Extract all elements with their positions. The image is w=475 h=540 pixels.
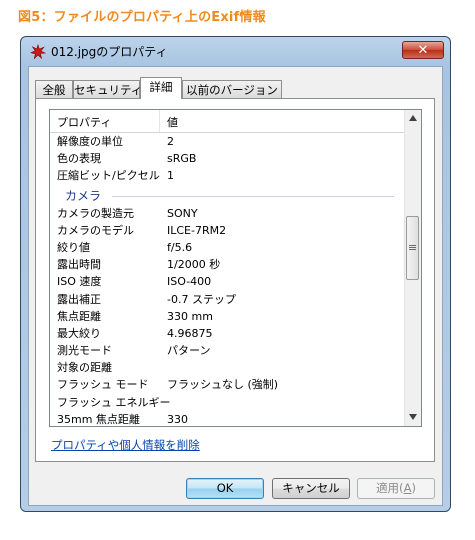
group-header-camera: カメラ <box>50 185 404 205</box>
apply-button[interactable]: 適用(A) <box>357 478 435 499</box>
property-name: ISO 速度 <box>57 275 102 289</box>
grip-icon <box>409 245 416 250</box>
group-divider <box>112 195 394 197</box>
property-value: ISO-400 <box>167 275 212 289</box>
property-value: f/5.6 <box>167 240 193 254</box>
list-rows: 解像度の単位 2 色の表現 sRGB 圧縮ビット/ピクセル 1 カメラ カメラの製造元… <box>50 133 404 426</box>
list-row[interactable]: カメラの製造元 SONY <box>50 205 404 222</box>
property-value: フラッシュなし (強制) <box>167 378 279 392</box>
property-name: フラッシュ エネルギー <box>57 395 171 409</box>
property-name: 露出時間 <box>57 258 101 272</box>
property-name: フラッシュ モード <box>57 378 149 392</box>
details-list[interactable]: プロパティ 値 解像度の単位 2 色の表現 sRGB 圧縮ビット/ピクセル 1 カメラ… <box>49 109 422 427</box>
details-panel: プロパティ 値 解像度の単位 2 色の表現 sRGB 圧縮ビット/ピクセル 1 カメラ… <box>35 98 435 462</box>
cancel-button[interactable]: キャンセル <box>272 478 350 499</box>
list-row[interactable]: 解像度の単位 2 <box>50 133 404 150</box>
figure-caption: 図5：ファイルのプロパティ上のExif情報 <box>18 10 266 25</box>
dialog-client-area: 全般 セキュリティ 詳細 以前のバージョン プロパティ 値 解像度の単位 2 色の… <box>28 66 443 506</box>
list-row[interactable]: 色の表現 sRGB <box>50 150 404 167</box>
property-name: 焦点距離 <box>57 309 101 323</box>
list-row[interactable]: 露出補正 -0.7 ステップ <box>50 291 404 308</box>
property-value: 330 mm <box>167 309 213 323</box>
property-name: 露出補正 <box>57 292 101 306</box>
tab-details[interactable]: 詳細 <box>140 77 182 99</box>
property-name: 解像度の単位 <box>57 135 123 148</box>
list-row[interactable]: 絞り値 f/5.6 <box>50 239 404 256</box>
remove-properties-link[interactable]: プロパティや個人情報を削除 <box>51 437 200 453</box>
list-row[interactable]: 対象の距離 <box>50 359 404 376</box>
property-name: 圧縮ビット/ピクセル <box>57 169 160 183</box>
property-name: 絞り値 <box>57 240 90 254</box>
vertical-scrollbar[interactable] <box>404 110 421 426</box>
list-row[interactable]: フラッシュ モード フラッシュなし (強制) <box>50 376 404 393</box>
property-value: -0.7 ステップ <box>167 292 236 306</box>
property-value: sRGB <box>167 152 197 166</box>
property-value: ILCE-7RM2 <box>167 223 227 237</box>
properties-dialog: 012.jpgのプロパティ ✕ 全般 セキュリティ 詳細 以前のバージョン プロ… <box>20 36 451 512</box>
property-value: SONY <box>167 206 198 220</box>
triangle-up-icon <box>409 115 417 121</box>
list-row[interactable]: フラッシュ エネルギー <box>50 394 404 411</box>
tab-previous-versions[interactable]: 以前のバージョン <box>182 80 282 98</box>
list-row[interactable]: 35mm 焦点距離 330 <box>50 411 404 426</box>
list-row[interactable]: 焦点距離 330 mm <box>50 308 404 325</box>
tab-security[interactable]: セキュリティ <box>73 80 142 98</box>
close-button[interactable]: ✕ <box>402 41 444 59</box>
property-name: 色の表現 <box>57 152 101 166</box>
window-title: 012.jpgのプロパティ <box>51 45 168 59</box>
property-name: 測光モード <box>57 344 112 358</box>
list-header: プロパティ 値 <box>50 110 404 133</box>
property-value: 330 <box>167 412 188 426</box>
property-value: パターン <box>167 344 211 358</box>
scrollbar-thumb[interactable] <box>406 216 419 280</box>
list-row[interactable]: 最大絞り 4.96875 <box>50 325 404 342</box>
group-title: カメラ <box>65 188 102 203</box>
property-name: 35mm 焦点距離 <box>57 412 140 426</box>
triangle-down-icon <box>409 414 417 420</box>
property-name: カメラのモデル <box>57 223 134 237</box>
property-name: カメラの製造元 <box>57 206 134 220</box>
title-bar[interactable]: 012.jpgのプロパティ ✕ <box>21 37 450 65</box>
column-divider[interactable] <box>159 110 160 132</box>
column-header-value[interactable]: 値 <box>167 114 178 130</box>
file-icon <box>30 44 46 60</box>
apply-label: 適用( <box>376 481 404 495</box>
ok-button[interactable]: OK <box>186 478 264 499</box>
property-value: 1 <box>167 169 174 183</box>
property-name: 最大絞り <box>57 326 101 340</box>
tab-general[interactable]: 全般 <box>35 80 73 98</box>
property-name: 対象の距離 <box>57 361 112 375</box>
list-row[interactable]: ISO 速度 ISO-400 <box>50 273 404 290</box>
property-value: 1/2000 秒 <box>167 258 221 272</box>
list-row[interactable]: 圧縮ビット/ピクセル 1 <box>50 167 404 184</box>
property-value: 2 <box>167 135 174 148</box>
scroll-down-button[interactable] <box>405 409 421 426</box>
list-row[interactable]: カメラのモデル ILCE-7RM2 <box>50 222 404 239</box>
list-row[interactable]: 露出時間 1/2000 秒 <box>50 256 404 273</box>
scroll-up-button[interactable] <box>405 110 421 127</box>
property-value: 4.96875 <box>167 326 213 340</box>
column-header-property[interactable]: プロパティ <box>57 114 111 130</box>
list-row[interactable]: 測光モード パターン <box>50 342 404 359</box>
apply-label-end: ) <box>411 481 416 495</box>
